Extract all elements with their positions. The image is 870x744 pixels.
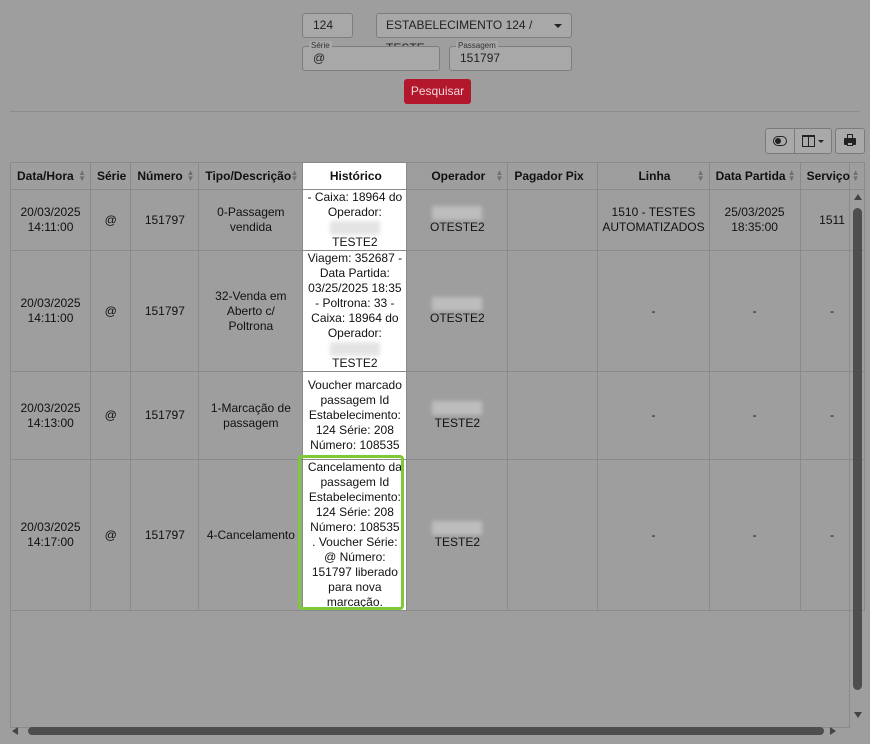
cell-historico: Voucher marcado passagem Id Estabelecime… xyxy=(302,371,408,460)
cell-historico: Viagem: 352687 - Data Partida: 03/25/202… xyxy=(302,250,408,372)
table-row[interactable]: 20/03/2025 14:17:00 @ 151797 4-Cancelame… xyxy=(10,459,865,611)
toggle-view-button[interactable] xyxy=(765,128,795,154)
history-table: Data/Hora ▲ ▼ Série Número ▲ ▼ Tipo/Descriçã… xyxy=(10,162,865,611)
passagem-label: Passagem xyxy=(456,41,498,50)
redacted-text xyxy=(329,220,380,235)
cell-pagador xyxy=(507,189,599,251)
cell-linha: - xyxy=(597,250,710,372)
scroll-down-icon xyxy=(854,712,862,718)
cell-linha: 1510 - TESTES AUTOMATIZADOS xyxy=(597,189,710,251)
table-row[interactable]: 20/03/2025 14:13:00 @ 151797 1-Marcação … xyxy=(10,371,865,460)
serie-label: Série xyxy=(309,41,332,50)
table-row[interactable]: 20/03/2025 14:11:00 @ 151797 32-Venda em… xyxy=(10,250,865,372)
cell-data-partida: - xyxy=(708,459,801,611)
cell-data-hora: 20/03/2025 14:17:00 xyxy=(10,459,91,611)
cell-operador: OTESTE2 xyxy=(406,189,509,251)
col-historico[interactable]: Histórico xyxy=(302,162,408,190)
establishment-select[interactable]: ESTABELECIMENTO 124 / TESTE xyxy=(376,13,572,55)
highlight-frame xyxy=(298,455,404,610)
horizontal-scroll-thumb[interactable] xyxy=(28,727,824,735)
col-serie[interactable]: Série xyxy=(89,162,132,190)
passagem-value: 151797 xyxy=(460,51,501,65)
establishment-code-input[interactable]: 124 xyxy=(302,13,353,38)
col-pagador[interactable]: Pagador Pix xyxy=(507,162,599,190)
cell-numero: 151797 xyxy=(130,459,200,611)
sort-icon: ▲ ▼ xyxy=(186,168,195,183)
cell-tipo: 4-Cancelamento xyxy=(198,459,304,611)
col-data-hora[interactable]: Data/Hora ▲ ▼ xyxy=(10,162,91,190)
cell-serie: @ xyxy=(89,189,132,251)
print-button[interactable] xyxy=(835,128,865,154)
cell-tipo: 32-Venda em Aberto c/ Poltrona xyxy=(198,250,304,372)
cell-data-partida: - xyxy=(708,371,801,460)
divider xyxy=(10,111,860,112)
redacted-text xyxy=(432,296,483,311)
cell-linha: - xyxy=(597,371,710,460)
cell-historico: - Caixa: 18964 do Operador: TESTE2 xyxy=(302,189,408,251)
caret-down-icon xyxy=(554,24,562,28)
cell-pagador xyxy=(507,371,599,460)
serie-value: @ xyxy=(313,51,326,65)
cell-pagador xyxy=(507,459,599,611)
sort-icon: ▲ ▼ xyxy=(696,168,705,183)
sort-icon: ▲ ▼ xyxy=(495,168,504,183)
redacted-text xyxy=(432,401,483,416)
serie-field[interactable]: Série @ xyxy=(302,41,440,71)
cell-serie: @ xyxy=(89,371,132,460)
table-row[interactable]: 20/03/2025 14:11:00 @ 151797 0-Passagem … xyxy=(10,189,865,251)
scroll-up-icon xyxy=(854,194,862,200)
search-button[interactable]: Pesquisar xyxy=(404,79,471,104)
redacted-text xyxy=(432,520,483,535)
vertical-scroll-thumb[interactable] xyxy=(853,208,862,690)
col-linha[interactable]: Linha ▲ ▼ xyxy=(597,162,710,190)
columns-icon xyxy=(802,135,815,147)
columns-button[interactable] xyxy=(795,128,832,154)
cell-data-partida: 25/03/2025 18:35:00 xyxy=(708,189,801,251)
cell-numero: 151797 xyxy=(130,189,200,251)
redacted-text xyxy=(329,341,380,356)
establishment-code-value: 124 xyxy=(313,18,334,32)
cell-serie: @ xyxy=(89,459,132,611)
print-icon xyxy=(844,133,856,146)
cell-serie: @ xyxy=(89,250,132,372)
col-numero[interactable]: Número ▲ ▼ xyxy=(130,162,200,190)
col-data-partida[interactable]: Data Partida ▲ ▼ xyxy=(708,162,801,190)
sort-icon: ▲ ▼ xyxy=(290,168,299,183)
cell-operador: TESTE2 xyxy=(406,371,509,460)
scroll-right-icon xyxy=(830,727,836,735)
cell-tipo: 1-Marcação de passagem xyxy=(198,371,304,460)
redacted-text xyxy=(432,205,483,220)
col-servico[interactable]: Serviço ▲ ▼ xyxy=(799,162,865,190)
scroll-left-icon xyxy=(12,727,18,735)
col-operador[interactable]: Operador ▲ ▼ xyxy=(406,162,509,190)
table-header-row: Data/Hora ▲ ▼ Série Número ▲ ▼ Tipo/Descriçã… xyxy=(10,162,865,190)
cell-data-hora: 20/03/2025 14:13:00 xyxy=(10,371,91,460)
cell-tipo: 0-Passagem vendida xyxy=(198,189,304,251)
cell-operador: TESTE2 xyxy=(406,459,509,611)
cell-operador: OTESTE2 xyxy=(406,250,509,372)
toggle-view-icon xyxy=(773,136,787,146)
horizontal-scrollbar[interactable] xyxy=(10,726,840,738)
cell-numero: 151797 xyxy=(130,371,200,460)
cell-linha: - xyxy=(597,459,710,611)
sort-icon: ▲ ▼ xyxy=(78,168,86,183)
sort-icon: ▲ ▼ xyxy=(787,168,796,183)
cell-numero: 151797 xyxy=(130,250,200,372)
cell-data-partida: - xyxy=(708,250,801,372)
cell-data-hora: 20/03/2025 14:11:00 xyxy=(10,189,91,251)
cell-data-hora: 20/03/2025 14:11:00 xyxy=(10,250,91,372)
caret-down-icon xyxy=(818,139,824,143)
cell-pagador xyxy=(507,250,599,372)
col-tipo[interactable]: Tipo/Descrição ▲ ▼ xyxy=(198,162,304,190)
passagem-field[interactable]: Passagem 151797 xyxy=(449,41,572,71)
vertical-scrollbar[interactable] xyxy=(852,192,864,726)
sort-icon: ▲ ▼ xyxy=(851,168,860,183)
